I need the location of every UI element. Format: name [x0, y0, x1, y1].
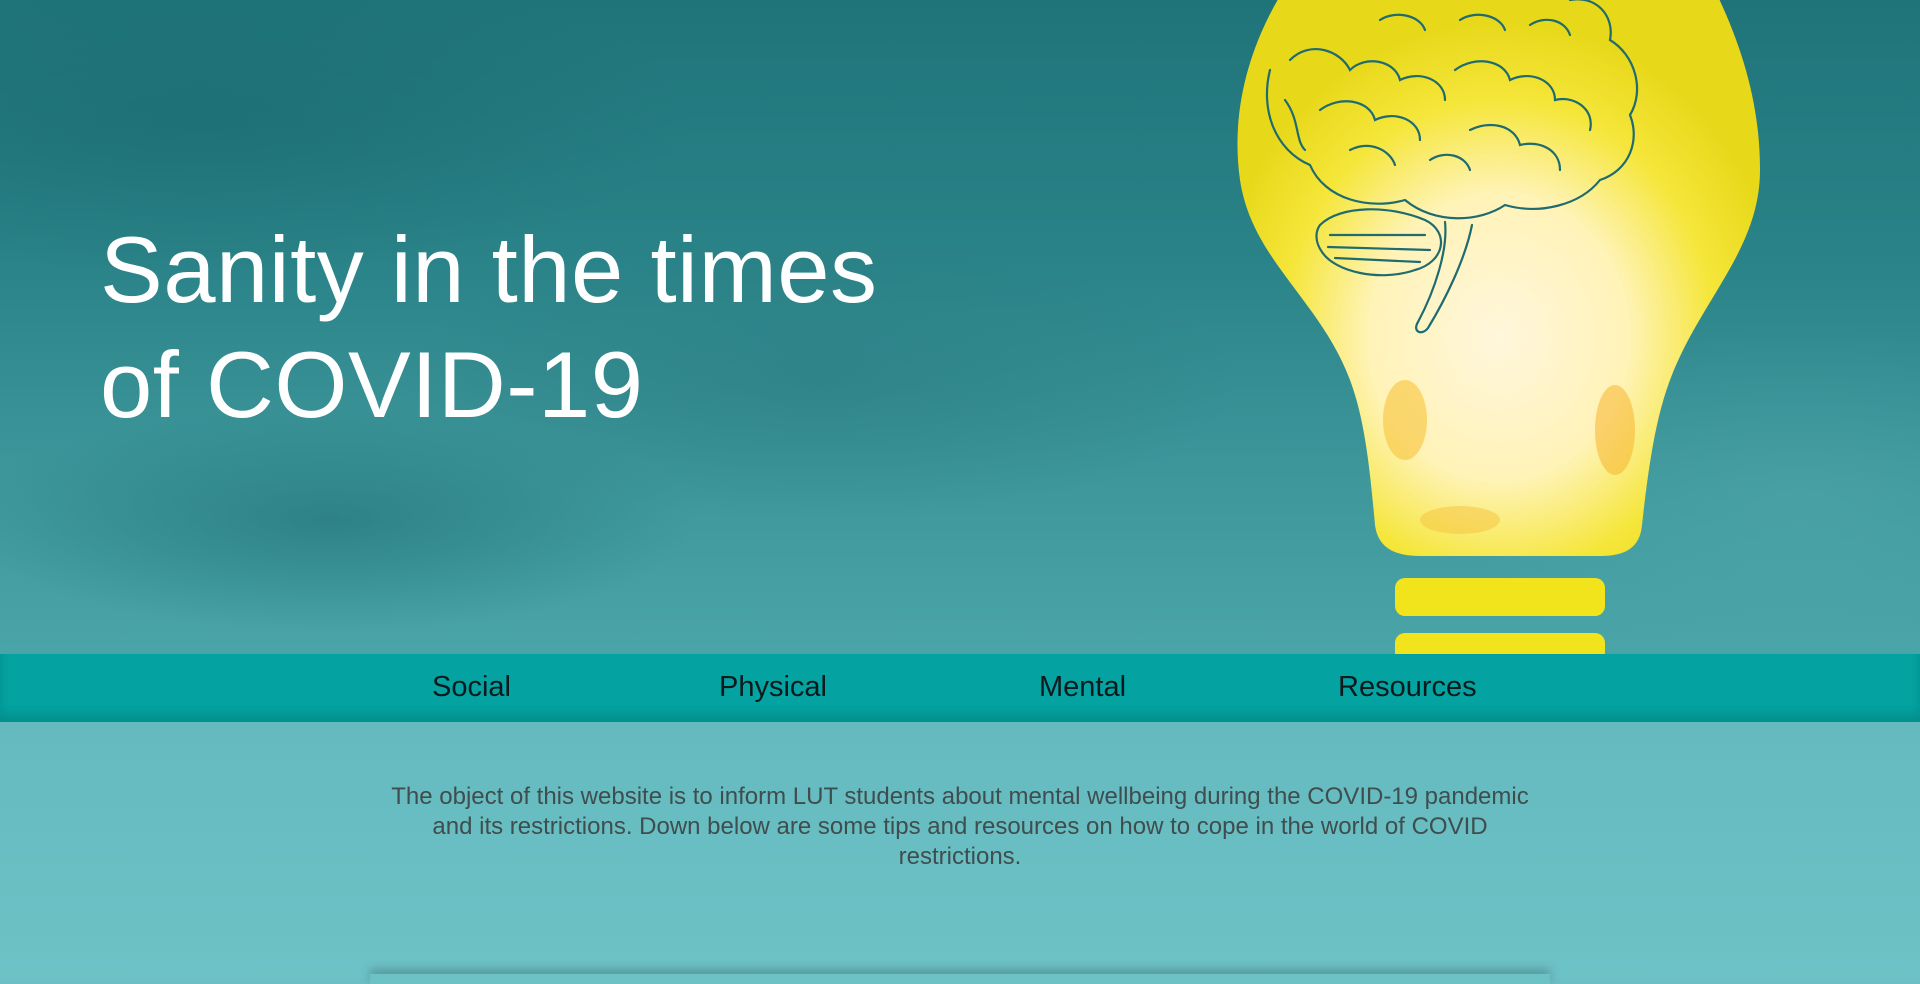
nav-item-physical[interactable]: Physical: [719, 668, 827, 706]
nav-item-resources[interactable]: Resources: [1338, 668, 1477, 706]
intro-text: The object of this website is to inform …: [391, 783, 1529, 870]
page-title: Sanity in the times of COVID-19: [100, 217, 878, 437]
lightbulb-brain-illustration: [1237, 0, 1760, 654]
main-navigation: Social Physical Mental Resources: [0, 654, 1920, 722]
nav-item-social[interactable]: Social: [432, 668, 511, 706]
main-content: The object of this website is to inform …: [0, 722, 1920, 984]
hero-banner: Sanity in the times of COVID-19: [0, 0, 1920, 654]
content-card-top-edge: [370, 974, 1550, 984]
nav-item-mental[interactable]: Mental: [1039, 668, 1126, 706]
